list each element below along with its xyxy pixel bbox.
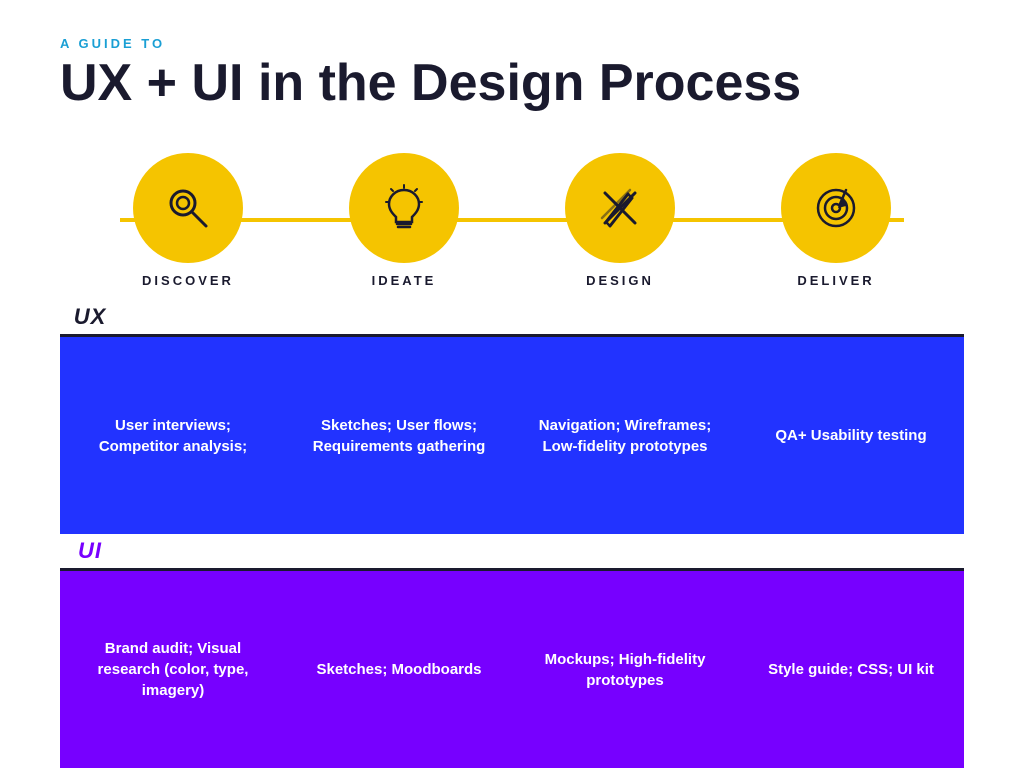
circle-design: [565, 153, 675, 263]
ux-cell-3: QA+ Usability testing: [738, 337, 964, 534]
ux-cell-2: Navigation; Wireframes; Low-fidelity pro…: [512, 337, 738, 534]
ux-band-inner: User interviews; Competitor analysis; Sk…: [60, 337, 964, 534]
ui-cell-0: Brand audit; Visual research (color, typ…: [60, 571, 286, 768]
ux-section: UX User interviews; Competitor analysis;…: [60, 300, 964, 534]
ux-cell-0: User interviews; Competitor analysis;: [60, 337, 286, 534]
ux-label-col: UX: [60, 300, 120, 337]
ui-label: UI: [78, 538, 102, 564]
ui-cell-3: Style guide; CSS; UI kit: [738, 571, 964, 768]
ui-cell-2: Mockups; High-fidelity prototypes: [512, 571, 738, 768]
stage-design: DESIGN: [530, 153, 710, 288]
timeline: DISCOVER IDEATE: [60, 140, 964, 300]
tools-icon: [592, 180, 648, 236]
ui-label-col: UI: [60, 534, 120, 571]
stage-ideate: IDEATE: [314, 153, 494, 288]
main-title: UX + UI in the Design Process: [60, 55, 964, 112]
ui-section: UI Brand audit; Visual research (color, …: [60, 534, 964, 768]
ui-band: Brand audit; Visual research (color, typ…: [60, 571, 964, 768]
ui-label-band: UI: [60, 534, 964, 571]
subtitle: A GUIDE TO: [60, 36, 964, 51]
ui-cell-1: Sketches; Moodboards: [286, 571, 512, 768]
ux-label-band: UX: [60, 300, 964, 337]
circle-ideate: [349, 153, 459, 263]
ui-band-inner: Brand audit; Visual research (color, typ…: [60, 571, 964, 768]
stage-label-ideate: IDEATE: [372, 273, 437, 288]
target-icon: [808, 180, 864, 236]
ux-label: UX: [74, 304, 107, 330]
ux-band: User interviews; Competitor analysis; Sk…: [60, 337, 964, 534]
circle-deliver: [781, 153, 891, 263]
bulb-icon: [376, 180, 432, 236]
ux-cell-1: Sketches; User flows; Requirements gathe…: [286, 337, 512, 534]
stage-label-design: DESIGN: [586, 273, 654, 288]
stage-label-discover: DISCOVER: [142, 273, 234, 288]
page: A GUIDE TO UX + UI in the Design Process…: [0, 0, 1024, 768]
search-icon: [160, 180, 216, 236]
circle-discover: [133, 153, 243, 263]
stage-discover: DISCOVER: [98, 153, 278, 288]
stage-label-deliver: DELIVER: [797, 273, 874, 288]
stage-deliver: DELIVER: [746, 153, 926, 288]
